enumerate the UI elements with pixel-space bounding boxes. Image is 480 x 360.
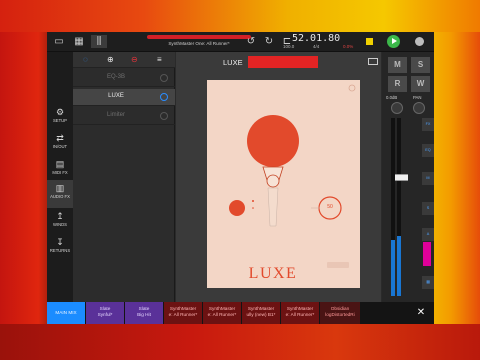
nav-label: RETURNS	[49, 248, 71, 253]
tab-sublabel: Big Hit	[137, 312, 151, 317]
record-button[interactable]	[415, 37, 424, 46]
nav-label: SETUP	[53, 118, 67, 123]
signature-display[interactable]: 4/4	[313, 44, 319, 49]
tab-main-mix[interactable]: MAIN MIX	[47, 302, 85, 324]
redo-icon[interactable]: ↻	[261, 35, 277, 48]
power-icon[interactable]	[160, 112, 168, 120]
volume-readout: 0.0dB	[386, 95, 398, 100]
pan-knob[interactable]	[413, 102, 425, 114]
eq-button[interactable]: EQ	[422, 144, 434, 157]
plugin-name: LUXE	[223, 58, 243, 67]
channel-strip: M S R W 0.0dB PAN FX EQ M S A ▦	[382, 52, 434, 302]
play-button[interactable]	[387, 35, 400, 48]
keyboard-icon[interactable]: ▭	[51, 35, 67, 48]
menu-icon[interactable]: ≡	[157, 55, 162, 65]
write-button[interactable]: W	[411, 76, 430, 92]
tempo-display[interactable]: 100.0	[283, 44, 294, 49]
window-icon[interactable]	[368, 58, 378, 65]
preset-title: SynthMaster One: All Runner*	[168, 41, 230, 46]
winds-icon: ↥	[56, 211, 64, 221]
luxe-plugin-ui: LUXE 50	[207, 80, 360, 288]
tab-sublabel: e: All Runner*	[207, 312, 237, 317]
nav-winds[interactable]: ↥ WINDS	[47, 208, 73, 236]
gear-icon: ⚙	[55, 107, 65, 117]
plugin-window: LUXE LUXE 50	[176, 52, 381, 302]
loop-button[interactable]	[366, 38, 373, 45]
left-knob[interactable]	[229, 200, 245, 216]
plugin-preset-button[interactable]	[248, 56, 318, 68]
level-meter-left	[391, 240, 395, 296]
audio-fx-icon: ▥	[55, 183, 65, 193]
fx-chain-panel: ◌ ⊕ ⊖ ≡ EQ-3B LUXE Limiter	[73, 52, 175, 302]
volume-knob[interactable]	[391, 102, 403, 114]
fx-toolbar: ◌ ⊕ ⊖ ≡	[73, 52, 175, 68]
midi-button[interactable]: M	[422, 172, 434, 185]
returns-icon: ↧	[56, 237, 64, 247]
nav-label: IN/OUT	[52, 144, 68, 149]
tab-track[interactable]: SynthMaster ully (new) B1*	[242, 302, 280, 324]
nav-label: MIDI FX	[52, 170, 68, 175]
grid-icon[interactable]: ▦	[71, 35, 87, 48]
remove-fx-icon[interactable]: ⊖	[131, 55, 138, 65]
tab-sublabel: logDistortedRi	[325, 312, 355, 317]
preset-indicator	[147, 35, 251, 39]
background-wall-bottom	[0, 324, 480, 360]
solo-button[interactable]: S	[411, 57, 430, 73]
nav-returns[interactable]: ↧ RETURNS	[47, 234, 73, 262]
main-knob[interactable]	[247, 115, 299, 167]
luxe-wordmark: LUXE	[249, 265, 298, 282]
tab-track[interactable]: Slate Synful*	[86, 302, 124, 324]
tab-track[interactable]: SynthMaster e: All Runner*	[281, 302, 319, 324]
sends-button[interactable]: S	[422, 202, 434, 215]
tab-sublabel: e: All Runner*	[285, 312, 315, 317]
undo-icon[interactable]: ↺	[243, 35, 259, 48]
add-fx-icon[interactable]: ⊕	[107, 55, 114, 65]
fx-slot[interactable]: Limiter	[73, 108, 175, 125]
record-arm-button[interactable]: R	[388, 76, 407, 92]
knob-value: 50	[327, 204, 333, 210]
pan-label: PAN	[413, 95, 422, 100]
level-meter-right	[397, 236, 401, 296]
tab-sublabel: ully (new) B1*	[246, 312, 276, 317]
fx-slot[interactable]: LUXE	[73, 89, 175, 106]
power-icon[interactable]	[160, 74, 168, 82]
luxe-artwork: LUXE	[229, 84, 356, 282]
track-color-swatch	[423, 242, 431, 266]
midi-fx-icon: ▤	[55, 159, 65, 169]
plugin-header: LUXE	[176, 52, 381, 72]
fx-slot-button[interactable]: FX	[422, 118, 434, 131]
track-tabs: MAIN MIX Slate Synful* Slate Big Hit Syn…	[47, 302, 434, 324]
tab-track[interactable]: SynthMaster e: All Runner*	[164, 302, 202, 324]
fx-name: Limiter	[106, 112, 125, 118]
tab-track[interactable]: SynthMaster e: All Runner*	[203, 302, 241, 324]
fx-slot[interactable]: EQ-3B	[73, 70, 175, 87]
nav-label: AUDIO FX	[50, 194, 70, 199]
time-display: 52.01.80	[292, 33, 341, 44]
power-all-icon[interactable]: ◌	[83, 55, 88, 65]
background-wall-top	[0, 0, 480, 32]
transport-bar: ▭ ▦ ⫼ SynthMaster One: All Runner* ↺ ↻ ⊏…	[47, 32, 434, 52]
mixer-icon[interactable]: ⫼	[91, 35, 107, 48]
fx-name: LUXE	[108, 93, 124, 99]
tab-label: MAIN MIX	[55, 310, 77, 315]
tab-sublabel: Synful*	[97, 312, 113, 317]
tab-track[interactable]: Obsidian logDistortedRi	[320, 302, 360, 324]
close-icon[interactable]: ✕	[412, 306, 430, 320]
nav-setup[interactable]: ⚙ SETUP	[47, 104, 73, 132]
list-icon[interactable]: ▦	[422, 276, 434, 289]
tablet-screen: ▭ ▦ ⫼ SynthMaster One: All Runner* ↺ ↻ ⊏…	[47, 32, 434, 324]
fx-name: EQ-3B	[106, 74, 125, 80]
io-icon: ⇄	[56, 133, 64, 143]
left-nav: ⚙ SETUP ⇄ IN/OUT ▤ MIDI FX ▥ AUDIO FX ↥ …	[47, 52, 73, 302]
tab-sublabel: e: All Runner*	[168, 312, 198, 317]
volume-fader[interactable]	[395, 174, 408, 181]
nav-inout[interactable]: ⇄ IN/OUT	[47, 130, 73, 158]
automation-button[interactable]: A	[422, 228, 434, 241]
power-icon[interactable]	[160, 93, 168, 101]
nav-audio-fx[interactable]: ▥ AUDIO FX	[47, 180, 73, 208]
cpu-display: 0.0%	[343, 44, 354, 49]
mute-button[interactable]: M	[388, 57, 407, 73]
tab-track[interactable]: Slate Big Hit	[125, 302, 163, 324]
nav-label: WINDS	[53, 222, 67, 227]
